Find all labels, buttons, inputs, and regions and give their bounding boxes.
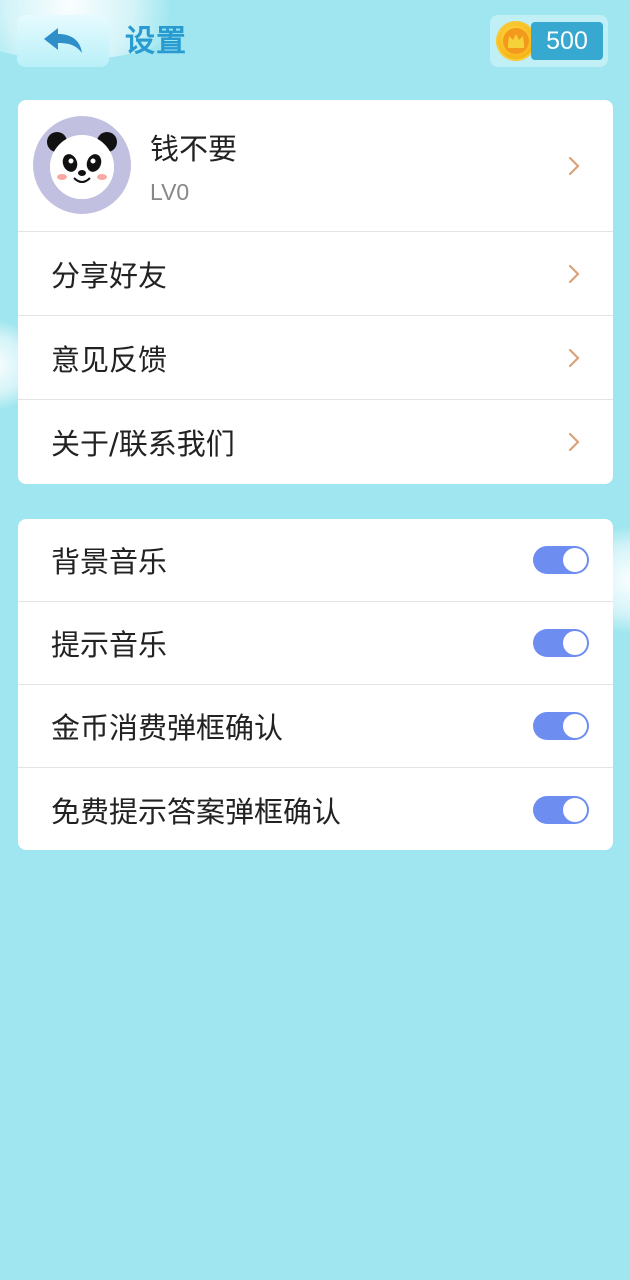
- chevron-right-icon: [568, 156, 580, 175]
- coin-balance: 500: [490, 15, 608, 67]
- menu-item-label: 意见反馈: [51, 342, 168, 377]
- chevron-right-icon: [568, 264, 580, 283]
- setting-row-coin-spend-confirm: 金币消费弹框确认: [18, 685, 613, 768]
- menu-item-feedback[interactable]: 意见反馈: [18, 316, 613, 400]
- setting-label: 免费提示答案弹框确认: [51, 794, 342, 829]
- menu-item-label: 关于/联系我们: [51, 427, 235, 461]
- chevron-right-icon: [568, 348, 580, 367]
- back-button[interactable]: [17, 15, 109, 67]
- setting-label: 提示音乐: [51, 628, 168, 662]
- setting-row-hint-music: 提示音乐: [18, 602, 613, 685]
- nickname: 钱不要: [150, 132, 238, 166]
- background-music-toggle[interactable]: [533, 546, 589, 574]
- free-hint-confirm-toggle[interactable]: [533, 795, 589, 824]
- menu-item-label: 分享好友: [51, 258, 168, 293]
- profile-menu-card: 钱不要 LV0 分享好友 意见反馈 关于/联系我们: [18, 100, 613, 484]
- coin-spend-confirm-toggle[interactable]: [533, 712, 589, 740]
- profile-row[interactable]: 钱不要 LV0: [18, 100, 613, 232]
- menu-item-share-friends[interactable]: 分享好友: [18, 232, 613, 316]
- setting-label: 背景音乐: [51, 545, 168, 579]
- user-level: LV0: [150, 179, 190, 205]
- toggle-knob: [563, 548, 587, 572]
- toggle-knob: [563, 714, 587, 738]
- setting-row-free-hint-confirm: 免费提示答案弹框确认: [18, 768, 613, 850]
- chevron-right-icon: [568, 432, 580, 452]
- toggle-settings-card: 背景音乐 提示音乐 金币消费弹框确认 免费提示答案弹框确认: [18, 519, 613, 850]
- panda-avatar: [33, 116, 131, 214]
- setting-row-background-music: 背景音乐: [18, 519, 613, 602]
- coin-count: 500: [531, 22, 603, 60]
- back-arrow-icon: [44, 28, 82, 53]
- setting-label: 金币消费弹框确认: [51, 711, 284, 745]
- hint-music-toggle[interactable]: [533, 629, 589, 657]
- menu-item-about-contact[interactable]: 关于/联系我们: [18, 400, 613, 484]
- crown-coin-icon: [496, 21, 536, 61]
- toggle-knob: [563, 631, 587, 655]
- toggle-knob: [563, 797, 587, 822]
- page-title: 设置: [125, 24, 187, 59]
- settings-screen: 设置 500 钱不要 LV0 分享好友 意见反馈 关于/联系我们 背景音乐 提示…: [0, 0, 630, 1280]
